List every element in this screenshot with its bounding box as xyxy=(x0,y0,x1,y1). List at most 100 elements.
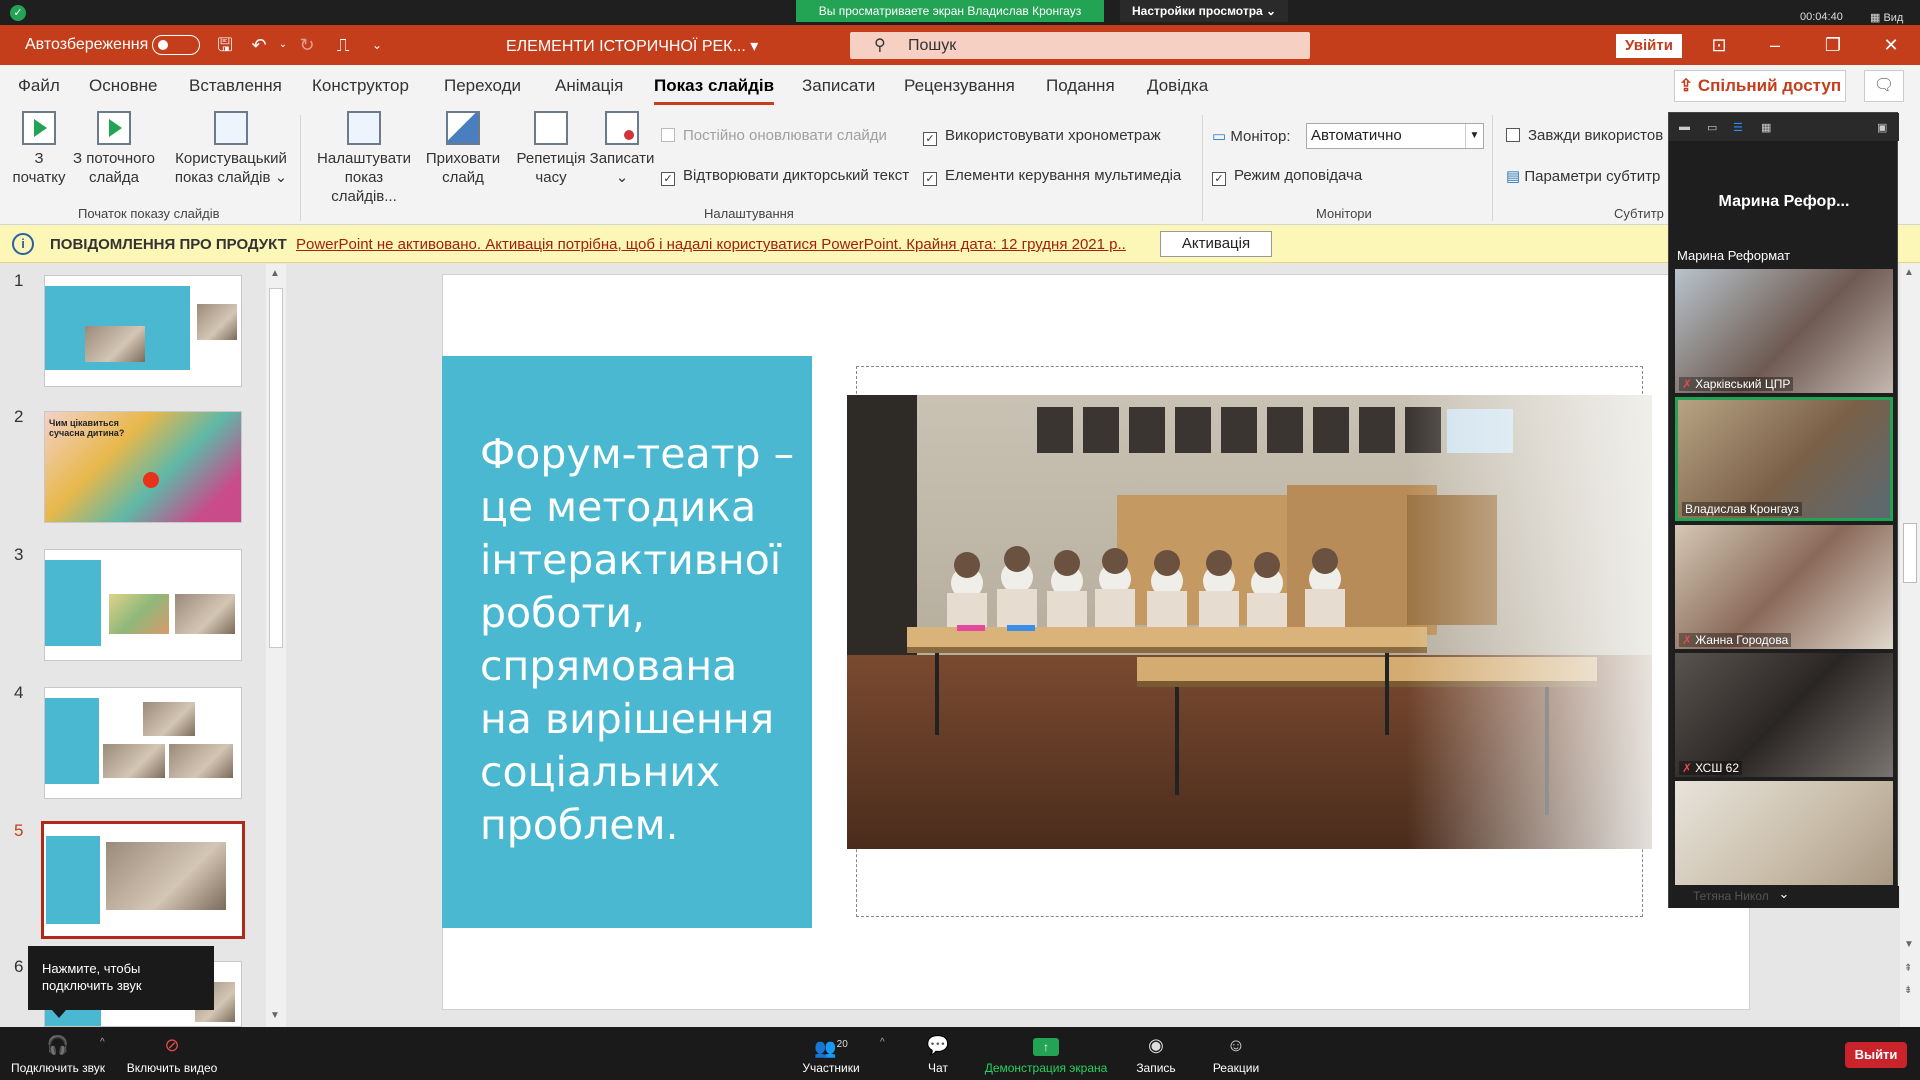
media-controls-checkbox[interactable]: ✓ Елементи керування мультимедіа xyxy=(923,167,1181,186)
audio-options-caret-icon[interactable]: ^ xyxy=(100,1037,105,1048)
tab-home[interactable]: Основне xyxy=(89,76,157,96)
tab-design[interactable]: Конструктор xyxy=(312,76,409,96)
tab-view[interactable]: Подання xyxy=(1046,76,1115,96)
monitor-icon: ▭ xyxy=(1212,128,1231,145)
slide-thumbnail-1[interactable] xyxy=(44,275,242,387)
participant-tile[interactable] xyxy=(1675,781,1893,885)
slide-number: 1 xyxy=(14,271,24,290)
participants-toolbar: ▬ ▭ ☰ ▦ ▣ xyxy=(1669,113,1899,141)
participant-tile[interactable]: ✗ ХСШ 62 xyxy=(1675,653,1893,777)
document-title[interactable]: ЕЛЕМЕНТИ ІСТОРИЧНОЇ РЕК... ▾ xyxy=(506,36,758,56)
reactions-button[interactable]: ☺ Реакции xyxy=(1206,1033,1266,1075)
autosave-toggle[interactable] xyxy=(152,35,200,55)
record-meeting-button[interactable]: ◉ Запись xyxy=(1128,1033,1184,1075)
slide-thumbnail-2[interactable]: Чим цікавиться сучасна дитина? xyxy=(44,411,242,523)
play-narrations-checkbox[interactable]: ✓ Відтворювати дикторський текст xyxy=(661,167,909,186)
hide-slide-button[interactable]: Приховати слайд xyxy=(422,111,504,187)
share-button[interactable]: ⇪ Спільний доступ xyxy=(1674,70,1846,102)
participant-tile[interactable]: ✗ Жанна Городова xyxy=(1675,525,1893,649)
view-settings-button[interactable]: Настройки просмотра ⌄ xyxy=(1120,0,1289,22)
keep-slides-updated-checkbox[interactable]: Постійно оновлювати слайди xyxy=(661,127,887,144)
from-beginning-button[interactable]: Зпочатку xyxy=(8,111,70,187)
panel-layout-icon[interactable]: ▣ xyxy=(1877,121,1887,134)
meeting-timer: 00:04:40 xyxy=(1800,11,1843,23)
rehearse-timings-button[interactable]: Репетиція часу xyxy=(512,111,590,187)
ribbon-display-icon[interactable]: ⊡ xyxy=(1704,33,1734,57)
tab-review[interactable]: Рецензування xyxy=(904,76,1015,96)
headphones-icon: 🎧 xyxy=(46,1035,70,1055)
view-button[interactable]: ▦ Вид xyxy=(1870,11,1903,24)
from-current-slide-button[interactable]: З поточного слайда xyxy=(68,111,160,187)
thumbnails-scrollbar[interactable]: ▲ ▼ xyxy=(266,264,286,1028)
subtitle-settings-button[interactable]: ▤ Параметри субтитр xyxy=(1506,167,1660,185)
use-timings-checkbox[interactable]: ✓ Використовувати хронометраж xyxy=(923,127,1161,146)
tab-transitions[interactable]: Переходи xyxy=(444,76,521,96)
join-audio-button[interactable]: 🎧 Подключить звук xyxy=(8,1033,108,1075)
tab-record[interactable]: Записати xyxy=(802,76,875,96)
scroll-down-icon[interactable]: ▼ xyxy=(270,1010,280,1021)
custom-slide-show-button[interactable]: Користувацький показ слайдів ⌄ xyxy=(170,111,292,187)
record-button[interactable]: Записати ⌄ xyxy=(586,111,658,187)
comments-icon[interactable]: 🗨 xyxy=(1864,70,1904,102)
participants-button[interactable]: 👥20 Участники xyxy=(796,1033,866,1075)
presenter-view-checkbox[interactable]: ✓ Режим доповідача xyxy=(1212,167,1362,186)
group-divider xyxy=(1202,115,1203,221)
scroll-down-icon[interactable]: ▼ xyxy=(1904,939,1914,950)
gallery-view-icon[interactable]: ▦ xyxy=(1761,121,1771,134)
sign-in-button[interactable]: Увійти xyxy=(1616,34,1682,58)
classroom-photo[interactable] xyxy=(847,395,1652,849)
title-bar: Автозбереження 🖫 ↶ ⌄ ↻ ⎍ ⌄ ЕЛЕМЕНТИ ІСТО… xyxy=(0,25,1920,65)
redo-icon[interactable]: ↻ xyxy=(296,34,318,56)
slide-thumbnail-5[interactable] xyxy=(41,821,245,939)
search-input[interactable]: ⚲ Пошук xyxy=(850,32,1310,59)
activate-button[interactable]: Активація xyxy=(1160,231,1272,257)
search-placeholder: Пошук xyxy=(908,37,957,54)
tab-insert[interactable]: Вставлення xyxy=(189,76,282,96)
monitor-select[interactable]: Автоматично ▼ xyxy=(1306,123,1484,149)
close-icon[interactable]: ✕ xyxy=(1876,33,1906,57)
customize-toolbar-icon[interactable]: ⌄ xyxy=(366,34,388,56)
participant-tile[interactable]: ✗ Харківський ЦПР xyxy=(1675,269,1893,393)
hide-slide-icon xyxy=(446,111,480,145)
share-screen-button[interactable]: ↑ Демонстрация экрана xyxy=(984,1033,1108,1075)
restore-icon[interactable]: ❐ xyxy=(1818,33,1848,57)
shield-icon[interactable]: ✓ xyxy=(10,5,26,21)
strip-view-icon[interactable]: ☰ xyxy=(1733,121,1743,134)
undo-dropdown-icon[interactable]: ⌄ xyxy=(272,34,294,56)
more-participants-button[interactable]: Тетяна Никол ⌄ xyxy=(1669,886,1899,908)
leave-meeting-button[interactable]: Выйти xyxy=(1845,1042,1907,1068)
minimize-icon[interactable]: – xyxy=(1760,33,1790,57)
previous-slide-icon[interactable]: ⇞ xyxy=(1904,963,1912,974)
slide-thumbnail-3[interactable] xyxy=(44,549,242,661)
minimize-panel-icon[interactable]: ▬ xyxy=(1679,121,1690,133)
autosave-label: Автозбереження xyxy=(25,36,149,53)
start-video-button[interactable]: ⊘ Включить видео xyxy=(122,1033,222,1075)
tab-animations[interactable]: Анімація xyxy=(555,76,623,96)
next-slide-icon[interactable]: ⇟ xyxy=(1904,985,1912,996)
notice-message-link[interactable]: PowerPoint не активовано. Активація потр… xyxy=(296,236,1126,253)
share-screen-icon: ↑ xyxy=(984,1033,1108,1057)
active-speaker-name: Марина Рефор... xyxy=(1718,193,1850,210)
chat-button[interactable]: 💬 Чат xyxy=(918,1033,958,1075)
tab-help[interactable]: Довідка xyxy=(1147,76,1208,96)
participants-caret-icon[interactable]: ^ xyxy=(880,1037,885,1048)
slide-number: 5 xyxy=(14,821,24,840)
slide-scrollbar[interactable]: ▲ ▼ ⇞ ⇟ xyxy=(1900,263,1920,1027)
scroll-up-icon[interactable]: ▲ xyxy=(270,268,280,279)
slide-body-text[interactable]: Форум-театр – це методика інтерактивної … xyxy=(480,428,800,852)
tab-slide-show[interactable]: Показ слайдів xyxy=(654,76,775,105)
undo-icon[interactable]: ↶ xyxy=(248,34,270,56)
tab-file[interactable]: Файл xyxy=(18,76,60,96)
monitor-label: ▭ Монітор: xyxy=(1212,128,1291,145)
single-view-icon[interactable]: ▭ xyxy=(1707,121,1717,134)
present-icon[interactable]: ⎍ xyxy=(332,34,354,56)
participant-tile-active-speaker[interactable]: Владислав Кронгауз xyxy=(1675,397,1893,521)
always-use-subtitles-checkbox[interactable]: Завжди використов xyxy=(1506,127,1663,144)
scroll-up-icon[interactable]: ▲ xyxy=(1904,267,1914,278)
scrollbar-thumb[interactable] xyxy=(1903,523,1917,583)
slide-thumbnail-4[interactable] xyxy=(44,687,242,799)
scrollbar-thumb[interactable] xyxy=(269,288,283,648)
rehearse-icon xyxy=(534,111,568,145)
set-up-slide-show-button[interactable]: Налаштувати показ слайдів... xyxy=(310,111,418,206)
save-icon[interactable]: 🖫 xyxy=(214,34,236,56)
